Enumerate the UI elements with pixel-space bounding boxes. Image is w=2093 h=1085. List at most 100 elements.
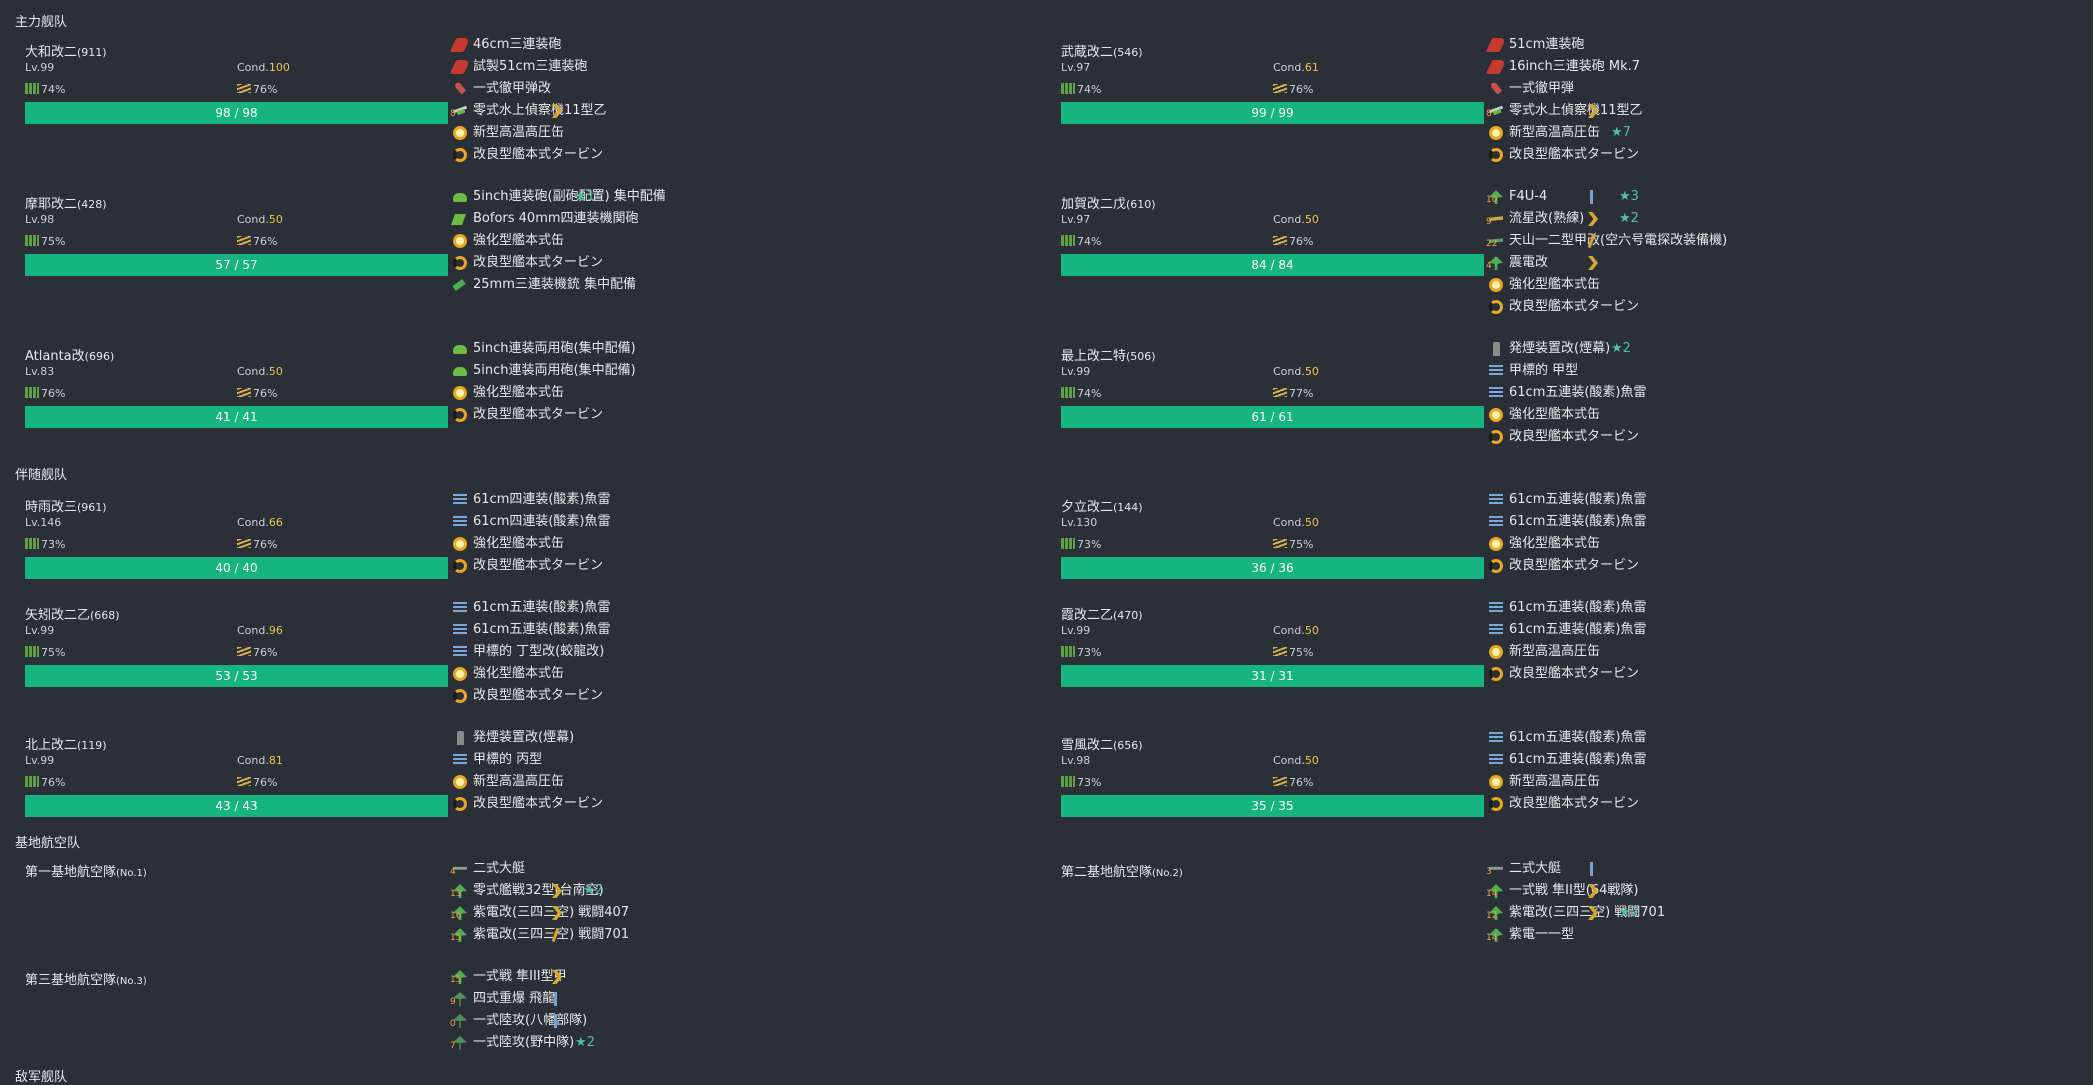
equipment-slot[interactable]: 61cm五連装(酸素)魚雷	[1489, 598, 2089, 618]
equipment-slot[interactable]: 改良型艦本式タービン	[453, 145, 1053, 165]
equipment-slot[interactable]: 強化型艦本式缶	[1489, 534, 2089, 554]
ship-name[interactable]: 夕立改二(144)	[1061, 496, 1143, 515]
equipment-slot[interactable]: 4 二式大艇	[450, 859, 1053, 879]
turbine-icon	[453, 797, 467, 811]
equipment-slot[interactable]: 新型高温高圧缶	[1489, 642, 2089, 662]
equipment-slot[interactable]: 新型高温高圧缶 ★7	[1489, 123, 2089, 143]
equipment-slot[interactable]: 4 震電改	[1486, 253, 2089, 273]
equipment-slot[interactable]: 15 紫電改(三四三空) 戦闘701	[450, 925, 1053, 945]
equipment-slot[interactable]: 61cm五連装(酸素)魚雷	[1489, 620, 2089, 640]
equipment-slot[interactable]: 甲標的 丙型	[453, 750, 1053, 770]
equipment-slot[interactable]: 8 零式水上偵察機11型乙	[1486, 101, 2089, 121]
equipment-slot[interactable]: 5inch連装両用砲(集中配備)	[453, 339, 1053, 359]
equipment-slot[interactable]: 強化型艦本式缶	[453, 664, 1053, 684]
equipment-slot[interactable]: 甲標的 丁型改(蛟龍改)	[453, 642, 1053, 662]
equipment-slot[interactable]: 5inch連装両用砲(集中配備)	[453, 361, 1053, 381]
equipment-slot[interactable]: 新型高温高圧缶	[453, 772, 1053, 792]
equipment-slot[interactable]: 強化型艦本式缶	[1489, 275, 2089, 295]
fuel-stat: 74%	[25, 83, 65, 96]
equipment-slot[interactable]: 強化型艦本式缶	[453, 534, 1053, 554]
equipment-slot[interactable]: 61cm五連装(酸素)魚雷	[1489, 512, 2089, 532]
equipment-slot[interactable]: 改良型艦本式タービン	[1489, 794, 2089, 814]
fuel-icon	[1061, 83, 1075, 94]
equipment-slot[interactable]: 8 零式水上偵察機11型乙	[450, 101, 1053, 121]
ship-card: 北上改二(119) Lv.99 Cond.81 76% 76% 43 / 43	[25, 734, 473, 834]
equipment-slot[interactable]: 16inch三連装砲 Mk.7	[1485, 57, 2089, 77]
equipment-slot[interactable]: 61cm五連装(酸素)魚雷	[1489, 490, 2089, 510]
equipment-slot[interactable]: 強化型艦本式缶	[1489, 405, 2089, 425]
ship-name[interactable]: 北上改二(119)	[25, 734, 107, 753]
equipment-slot[interactable]: 強化型艦本式缶	[453, 383, 1053, 403]
base-name[interactable]: 第一基地航空隊(No.1)	[25, 861, 147, 880]
cond-value: 81	[268, 754, 283, 767]
equipment-slot[interactable]: 7 一式陸攻(野中隊) ★2	[450, 1033, 1053, 1053]
ship-level: Lv.130	[1061, 516, 1098, 529]
ship-name[interactable]: Atlanta改(696)	[25, 345, 114, 364]
equipment-slot[interactable]: 改良型艦本式タービン	[1489, 145, 2089, 165]
equipment-slot[interactable]: 甲標的 甲型	[1489, 361, 2089, 381]
proficiency-icon	[554, 1014, 557, 1028]
ship-name-text: 時雨改三	[25, 500, 78, 515]
equipment-slot[interactable]: Bofors 40mm四連装機関砲	[450, 209, 1053, 229]
equipment-slot[interactable]: 51cm連装砲	[1485, 35, 2089, 55]
equipment-slot[interactable]: 改良型艦本式タービン	[1489, 427, 2089, 447]
equipment-slot[interactable]: 25mm三連装機銃 集中配備	[452, 275, 1053, 295]
equipment-slot[interactable]: 61cm四連装(酸素)魚雷	[453, 512, 1053, 532]
equipment-slot[interactable]: 改良型艦本式タービン	[1489, 297, 2089, 317]
ship-name[interactable]: 加賀改二戊(610)	[1061, 193, 1156, 212]
equipment-slot[interactable]: 強化型艦本式缶	[453, 231, 1053, 251]
ship-name[interactable]: 大和改二(911)	[25, 41, 107, 60]
ship-name[interactable]: 摩耶改二(428)	[25, 193, 107, 212]
improvement-star: ★2	[575, 1035, 595, 1050]
equipment-slot[interactable]: 61cm四連装(酸素)魚雷	[453, 490, 1053, 510]
equipment-slot[interactable]: 12 紫電改(三四三空) 戦闘701 ★2	[1486, 903, 2089, 923]
equipment-slot[interactable]: 9 流星改(熟練) ★2	[1486, 209, 2089, 229]
equipment-slot[interactable]: 改良型艦本式タービン	[453, 556, 1053, 576]
base-name[interactable]: 第二基地航空隊(No.2)	[1061, 861, 1183, 880]
equipment-slot[interactable]: 22 天山一二型甲改(空六号電探改装備機)	[1486, 231, 2089, 251]
equipment-slot[interactable]: 新型高温高圧缶	[1489, 772, 2089, 792]
equipment-slot[interactable]: 9 四式重爆 飛龍	[450, 989, 1053, 1009]
ship-name[interactable]: 時雨改三(961)	[25, 496, 107, 515]
equipment-slot[interactable]: 13 零式艦戦32型(台南空) ★2	[450, 881, 1053, 901]
equipment-slot[interactable]: 改良型艦本式タービン	[453, 253, 1053, 273]
equipment-slot[interactable]: 一式徹甲弾	[1489, 79, 2089, 99]
equipment-name: 61cm五連装(酸素)魚雷	[1509, 622, 1647, 637]
ship-name[interactable]: 雪風改二(656)	[1061, 734, 1143, 753]
equipment-slot[interactable]: 改良型艦本式タービン	[453, 405, 1053, 425]
ammo-value: 76%	[1289, 235, 1314, 248]
equipment-slot[interactable]: 46cm三連装砲	[449, 35, 1053, 55]
ship-name[interactable]: 矢矧改二乙(668)	[25, 604, 120, 623]
equipment-slot[interactable]: 一式徹甲弹改	[453, 79, 1053, 99]
equipment-slot[interactable]: 試製51cm三連装砲	[449, 57, 1053, 77]
equipment-slot[interactable]: 14 一式戦 隼II型(64戦隊)	[1486, 881, 2089, 901]
cond-label: Cond.	[237, 754, 269, 767]
equipment-slot[interactable]: 5inch連装砲(副砲配置) 集中配備 ★1	[453, 187, 1053, 207]
equipment-slot[interactable]: 61cm五連装(酸素)魚雷	[1489, 383, 2089, 403]
equipment-slot[interactable]: 0 一式陸攻(八幡部隊)	[450, 1011, 1053, 1031]
equipment-slot[interactable]: 3 二式大艇	[1486, 859, 2089, 879]
equipment-slot[interactable]: 61cm五連装(酸素)魚雷	[1489, 750, 2089, 770]
equipment-name: 紫電改(三四三空) 戦闘407	[473, 905, 630, 920]
aa-icon	[450, 214, 467, 225]
ship-name[interactable]: 武蔵改二(546)	[1061, 41, 1143, 60]
base-name[interactable]: 第三基地航空隊(No.3)	[25, 969, 147, 988]
plane-count: 12	[1486, 911, 1498, 921]
cond-value: 96	[268, 624, 283, 637]
equipment-slot[interactable]: 15 一式戦 隼III型甲	[450, 967, 1053, 987]
equipment-slot[interactable]: 61cm五連装(酸素)魚雷	[1489, 728, 2089, 748]
equipment-slot[interactable]: 改良型艦本式タービン	[453, 794, 1053, 814]
equipment-slot[interactable]: 改良型艦本式タービン	[453, 686, 1053, 706]
equipment-slot[interactable]: 10 F4U-4 ★3	[1486, 187, 2089, 207]
equipment-slot[interactable]: 発煙装置改(煙幕)	[453, 728, 1053, 748]
equipment-slot[interactable]: 新型高温高圧缶	[453, 123, 1053, 143]
equipment-slot[interactable]: 発煙装置改(煙幕) ★2	[1489, 339, 2089, 359]
equipment-slot[interactable]: 改良型艦本式タービン	[1489, 664, 2089, 684]
equipment-slot[interactable]: 14 紫電一一型	[1486, 925, 2089, 945]
equipment-slot[interactable]: 61cm五連装(酸素)魚雷	[453, 620, 1053, 640]
equipment-slot[interactable]: 61cm五連装(酸素)魚雷	[453, 598, 1053, 618]
equipment-slot[interactable]: 改良型艦本式タービン	[1489, 556, 2089, 576]
ship-name[interactable]: 最上改二特(506)	[1061, 345, 1156, 364]
ship-name[interactable]: 霞改二乙(470)	[1061, 604, 1143, 623]
equipment-slot[interactable]: 16 紫電改(三四三空) 戦闘407	[450, 903, 1053, 923]
